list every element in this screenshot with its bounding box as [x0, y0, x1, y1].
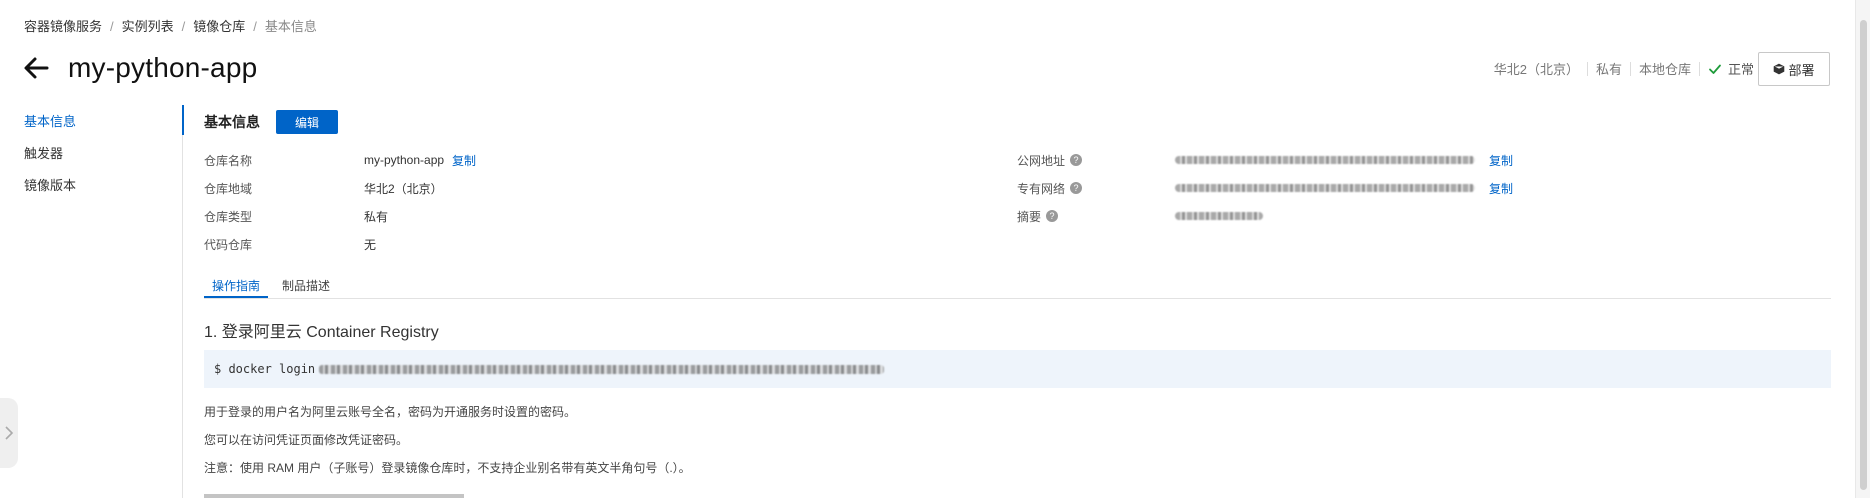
- login-note: 用于登录的用户名为阿里云账号全名，密码为开通服务时设置的密码。: [204, 405, 577, 419]
- summary-label: 摘要: [1017, 209, 1042, 224]
- title-row: my-python-app: [22, 52, 257, 84]
- repo-type-tag: 本地仓库: [1638, 62, 1691, 77]
- info-row-summary: 摘要 ?: [1017, 202, 1513, 230]
- expand-panel-handle[interactable]: [0, 398, 18, 468]
- step-1-title: 1. 登录阿里云 Container Registry: [204, 324, 439, 341]
- ram-user-note: 注意：使用 RAM 用户（子账号）登录镜像仓库时，不支持企业别名带有英文半角句号…: [204, 461, 691, 475]
- summary-value-redacted: [1175, 212, 1263, 220]
- info-row-type: 仓库类型 私有: [204, 202, 476, 230]
- svg-text:?: ?: [1074, 155, 1079, 165]
- divider: [1586, 61, 1588, 76]
- type-value: 私有: [364, 209, 389, 224]
- tab-artifact-description[interactable]: 制品描述: [274, 276, 338, 298]
- public-address-label: 公网地址: [1017, 153, 1066, 168]
- divider: [1698, 61, 1700, 76]
- info-row-repo-name: 仓库名称 my-python-app 复制: [204, 146, 476, 174]
- info-label: 公网地址 ?: [1017, 152, 1175, 169]
- info-label: 仓库类型: [204, 209, 253, 224]
- info-label: 摘要 ?: [1017, 208, 1175, 225]
- sidebar-item-image-versions[interactable]: 镜像版本: [24, 176, 76, 208]
- region-tag: 华北2（北京）: [1493, 62, 1579, 77]
- basic-info-header: 基本信息 编辑: [204, 110, 338, 134]
- info-row-vpc-address: 专有网络 ? 复制: [1017, 174, 1513, 202]
- repo-name-value: my-python-app: [364, 153, 445, 167]
- breadcrumb-separator: /: [181, 19, 186, 34]
- sidebar-item-triggers[interactable]: 触发器: [24, 144, 76, 176]
- deploy-button[interactable]: 部署: [1758, 52, 1830, 86]
- page-title: my-python-app: [68, 52, 258, 83]
- breadcrumb-item-instances[interactable]: 实例列表: [122, 19, 174, 34]
- chevron-right-icon: [5, 426, 14, 440]
- basic-info-left: 仓库名称 my-python-app 复制 仓库地域 华北2（北京） 仓库类型 …: [204, 146, 476, 258]
- code-repo-value: 无: [364, 237, 377, 252]
- info-label: 仓库名称: [204, 153, 253, 168]
- info-label: 专有网络 ?: [1017, 180, 1175, 197]
- section-title: 基本信息: [204, 114, 260, 130]
- content-divider: [182, 105, 183, 498]
- status-badge: 正常: [1708, 59, 1754, 78]
- section-accent: [182, 105, 184, 135]
- info-row-public-address: 公网地址 ? 复制: [1017, 146, 1513, 174]
- info-row-code-repo: 代码仓库 无: [204, 230, 476, 258]
- side-nav: 基本信息 触发器 镜像版本: [24, 112, 76, 208]
- question-circle-icon[interactable]: ?: [1046, 210, 1059, 222]
- check-icon: [1709, 64, 1721, 74]
- info-row-region: 仓库地域 华北2（北京）: [204, 174, 476, 202]
- copy-public-address-link[interactable]: 复制: [1489, 152, 1513, 169]
- question-circle-icon[interactable]: ?: [1070, 154, 1083, 166]
- command-prefix: $ docker login: [214, 362, 316, 376]
- tab-operation-guide[interactable]: 操作指南: [204, 276, 269, 298]
- step-2-title-cutoff: [204, 489, 464, 498]
- question-circle-icon[interactable]: ?: [1070, 182, 1083, 194]
- edit-button[interactable]: 编辑: [276, 110, 338, 134]
- vpc-address-value-redacted: [1175, 184, 1475, 192]
- deploy-label: 部署: [1788, 62, 1815, 78]
- copy-vpc-address-link[interactable]: 复制: [1489, 180, 1513, 197]
- visibility-tag: 私有: [1595, 62, 1622, 77]
- svg-text:?: ?: [1050, 211, 1055, 221]
- credential-note: 您可以在访问凭证页面修改凭证密码。: [204, 433, 409, 447]
- arrow-left-icon[interactable]: [22, 54, 50, 82]
- breadcrumb-separator: /: [253, 19, 257, 34]
- svg-text:?: ?: [1074, 183, 1079, 193]
- divider: [1629, 61, 1631, 76]
- breadcrumb: 容器镜像服务 / 实例列表 / 镜像仓库 / 基本信息: [24, 16, 317, 35]
- copy-repo-name-link[interactable]: 复制: [452, 152, 476, 169]
- repo-status-bar: 华北2（北京） 私有 本地仓库 正常: [1494, 59, 1754, 78]
- page-scrollbar[interactable]: [1855, 0, 1870, 498]
- basic-info-right: 公网地址 ? 复制 专有网络 ? 复制 摘要 ?: [1017, 146, 1513, 230]
- guide-tabs: 操作指南 制品描述: [204, 276, 1831, 299]
- public-address-value-redacted: [1175, 156, 1475, 164]
- breadcrumb-item-repos[interactable]: 镜像仓库: [193, 19, 245, 34]
- breadcrumb-item-service[interactable]: 容器镜像服务: [24, 19, 102, 34]
- breadcrumb-separator: /: [110, 19, 114, 34]
- info-label: 代码仓库: [204, 237, 253, 252]
- breadcrumb-item-current: 基本信息: [264, 19, 317, 34]
- info-label: 仓库地域: [204, 181, 253, 196]
- status-text: 正常: [1727, 62, 1754, 77]
- cube-icon: [1774, 63, 1785, 75]
- scrollbar-thumb[interactable]: [1860, 20, 1867, 490]
- sidebar-item-basic-info[interactable]: 基本信息: [24, 112, 76, 144]
- vpc-address-label: 专有网络: [1017, 181, 1066, 196]
- command-args-redacted: [319, 364, 885, 374]
- region-value: 华北2（北京）: [364, 181, 443, 196]
- docker-login-command[interactable]: $ docker login: [204, 350, 1831, 388]
